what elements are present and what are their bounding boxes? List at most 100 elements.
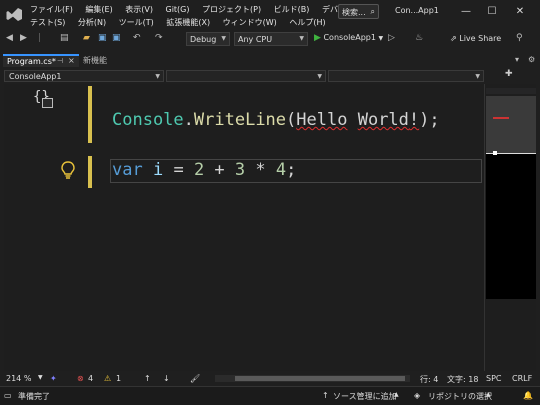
chevron-down-icon: ▼ xyxy=(378,35,384,42)
code-token-number: 3 xyxy=(234,160,246,180)
search-label: 検索... xyxy=(342,8,366,17)
document-tab-strip: Program.cs* ⊣ × 新機能 ▾ ⚙ xyxy=(0,52,540,67)
status-bar: ▭ 準備完了 ↑ ソース管理に追加 ▲ ◈ リポジトリの選択 ▲ 🔔 xyxy=(0,386,540,405)
select-repository-button[interactable]: リポジトリの選択 xyxy=(428,391,492,402)
minimap-viewport[interactable] xyxy=(486,96,536,154)
minimap-caret-marker xyxy=(493,151,497,155)
save-all-icon[interactable]: ▣ xyxy=(112,33,121,43)
column-number[interactable]: 文字: 18 xyxy=(447,374,478,385)
tab-whats-new[interactable]: 新機能 xyxy=(83,55,107,66)
minimap-header xyxy=(486,88,536,94)
repository-icon: ◈ xyxy=(414,391,421,400)
error-icon[interactable]: ⊗ xyxy=(77,374,84,383)
lightbulb-icon[interactable] xyxy=(59,160,77,180)
code-token-error: Hello xyxy=(296,110,348,130)
snippet-overlay-icon xyxy=(42,98,53,108)
minimap-error-marker xyxy=(493,117,509,119)
platform-select[interactable]: Any CPU ▼ xyxy=(234,32,308,46)
new-project-icon[interactable]: ▤ xyxy=(60,33,69,43)
menu-project[interactable]: プロジェクト(P) xyxy=(202,4,261,15)
project-select[interactable]: ConsoleApp1 ▼ xyxy=(4,70,164,82)
forward-icon[interactable]: ▶ xyxy=(20,33,27,43)
chevron-down-icon: ▼ xyxy=(155,73,160,80)
menu-test[interactable]: テスト(S) xyxy=(30,17,65,28)
arrow-up-icon: ↑ xyxy=(322,391,329,400)
horizontal-scrollbar[interactable] xyxy=(215,375,410,382)
start-debugging-button[interactable]: ▶ ConsoleApp1 ▼ xyxy=(314,33,383,43)
menu-analyze[interactable]: 分析(N) xyxy=(78,17,106,28)
close-button[interactable]: ✕ xyxy=(510,3,530,21)
back-icon[interactable]: ◀ xyxy=(6,33,13,43)
code-token-operator: + xyxy=(204,160,235,180)
error-count[interactable]: 4 xyxy=(88,374,93,383)
code-token-paren: ( xyxy=(286,110,297,130)
tab-list-dropdown-icon[interactable]: ▾ xyxy=(515,55,519,64)
scrollbar-thumb[interactable] xyxy=(235,376,405,381)
code-token-error: World xyxy=(357,110,409,130)
warning-count[interactable]: 1 xyxy=(116,374,121,383)
minimap-overview xyxy=(486,154,536,299)
menu-build[interactable]: ビルド(B) xyxy=(274,4,310,15)
change-marker xyxy=(88,86,92,143)
code-cleanup-icon[interactable]: ✦ xyxy=(50,374,57,383)
configuration-select[interactable]: Debug ▼ xyxy=(186,32,230,46)
menu-window[interactable]: ウィンドウ(W) xyxy=(223,17,277,28)
chevron-up-icon: ▲ xyxy=(486,391,491,398)
pin-icon[interactable]: ⊣ xyxy=(57,57,63,65)
open-folder-icon[interactable]: ▰ xyxy=(83,33,90,43)
chevron-down-icon: ▼ xyxy=(299,35,304,42)
live-share-button[interactable]: ⇗ Live Share xyxy=(450,34,501,43)
menu-help[interactable]: ヘルプ(H) xyxy=(289,17,325,28)
code-token-operator: * xyxy=(245,160,276,180)
redo-icon[interactable]: ↷ xyxy=(155,33,163,43)
zoom-level[interactable]: 214 % xyxy=(6,374,31,383)
start-without-debugging-icon[interactable]: ▷ xyxy=(388,33,395,43)
split-editor-icon[interactable]: ✚ xyxy=(505,69,513,79)
next-issue-icon[interactable]: ↓ xyxy=(163,374,170,383)
platform-value: Any CPU xyxy=(238,35,273,44)
status-ready: 準備完了 xyxy=(18,392,50,401)
hot-reload-icon[interactable]: ♨ xyxy=(415,33,423,43)
code-token-error: ! xyxy=(408,110,420,130)
type-select[interactable]: ▼ xyxy=(166,70,326,82)
code-token-operator: = xyxy=(163,160,194,180)
close-icon[interactable]: × xyxy=(68,56,75,65)
tab-label: Program.cs* xyxy=(7,57,56,66)
menu-git[interactable]: Git(G) xyxy=(166,5,190,14)
settings-icon[interactable]: ⚙ xyxy=(528,55,535,64)
minimize-button[interactable]: — xyxy=(456,3,476,21)
menu-file[interactable]: ファイル(F) xyxy=(30,4,73,15)
change-marker xyxy=(88,156,92,188)
notifications-icon[interactable]: 🔔 xyxy=(523,391,533,400)
warning-icon[interactable]: ⚠ xyxy=(104,374,111,383)
menu-tools[interactable]: ツール(T) xyxy=(119,17,154,28)
visual-studio-logo-icon xyxy=(6,8,22,21)
add-to-source-control-button[interactable]: ソース管理に追加 xyxy=(333,391,397,402)
member-select[interactable]: ▼ xyxy=(328,70,484,82)
save-icon[interactable]: ▣ xyxy=(98,33,107,43)
configuration-value: Debug xyxy=(190,35,217,44)
visual-studio-window: ファイル(F) 編集(E) 表示(V) Git(G) プロジェクト(P) ビルド… xyxy=(0,0,540,405)
line-ending[interactable]: CRLF xyxy=(512,374,532,383)
brush-icon[interactable]: 🖌 xyxy=(190,374,200,383)
menu-extensions[interactable]: 拡張機能(X) xyxy=(166,17,210,28)
undo-icon[interactable]: ↶ xyxy=(133,33,141,43)
chevron-down-icon[interactable]: ▼ xyxy=(38,374,43,381)
whitespace-mode[interactable]: SPC xyxy=(486,374,502,383)
menu-view[interactable]: 表示(V) xyxy=(125,4,153,15)
maximize-button[interactable]: ☐ xyxy=(482,3,502,21)
output-window-icon[interactable]: ▭ xyxy=(4,391,12,400)
code-token-variable: i xyxy=(152,160,164,180)
line-number[interactable]: 行: 4 xyxy=(420,374,438,385)
previous-issue-icon[interactable]: ↑ xyxy=(144,374,151,383)
tab-program-cs[interactable]: Program.cs* ⊣ × xyxy=(3,54,79,67)
chevron-down-icon: ▼ xyxy=(475,73,480,80)
play-icon: ▶ xyxy=(314,33,321,43)
menu-edit[interactable]: 編集(E) xyxy=(85,4,112,15)
minimap[interactable] xyxy=(484,84,536,371)
feedback-icon[interactable]: ⚲ xyxy=(516,33,523,43)
chevron-down-icon: ▼ xyxy=(317,73,322,80)
search-box[interactable]: 検索... ⌕ xyxy=(338,4,379,19)
